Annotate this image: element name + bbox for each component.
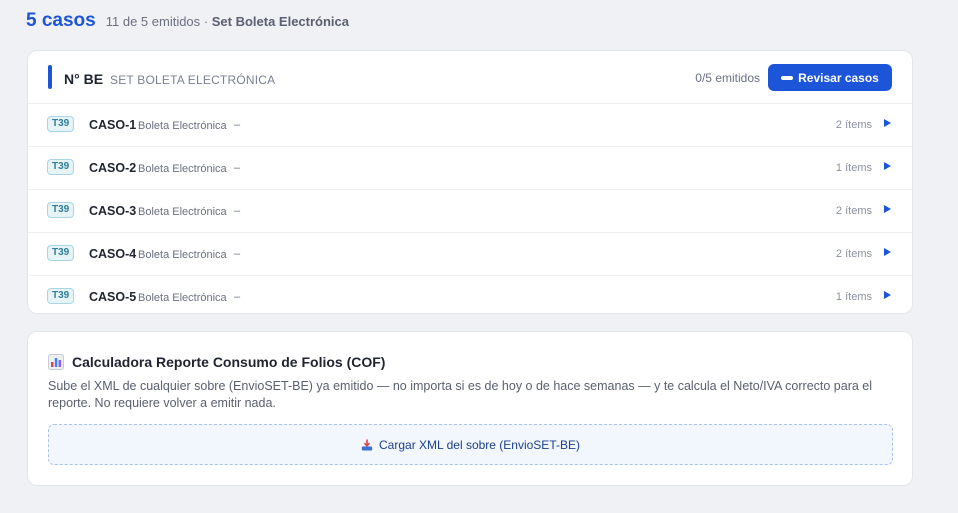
- item-count: 2 ítems: [835, 248, 872, 260]
- accent-bar: [48, 65, 52, 89]
- page-header: 5 casos 11 de 5 emitidos · Set Boleta El…: [26, 10, 349, 32]
- case-name: CASO-3: [89, 204, 137, 218]
- inbox-tray-icon: [361, 439, 373, 450]
- emitted-count: 0/5 emitidos: [695, 71, 760, 85]
- review-cases-button[interactable]: Revisar casos: [768, 64, 892, 91]
- upload-xml-dropzone[interactable]: Cargar XML del sobre (EnvioSET-BE): [48, 424, 893, 465]
- case-folio: –: [234, 291, 241, 303]
- emitted-summary: 11 de 5 emitidos ·: [105, 14, 209, 29]
- header-subtitle: 11 de 5 emitidos · Set Boleta Electrónic…: [106, 14, 349, 29]
- set-card: N° BE SET BOLETA ELECTRÓNICA 0/5 emitido…: [27, 50, 913, 314]
- case-row[interactable]: T39 CASO-3 Boleta Electrónica – 2 ítems: [28, 190, 912, 233]
- bar-chart-icon: [48, 354, 64, 370]
- upload-xml-label: Cargar XML del sobre (EnvioSET-BE): [379, 437, 580, 452]
- item-count: 2 ítems: [835, 205, 872, 217]
- case-type: Boleta Electrónica: [138, 249, 227, 261]
- case-row[interactable]: T39 CASO-1 Boleta Electrónica – 2 ítems: [28, 104, 912, 147]
- minus-icon: [781, 75, 794, 80]
- doc-type-badge: T39: [47, 116, 75, 132]
- play-arrow-icon[interactable]: [884, 162, 891, 170]
- doc-type-badge: T39: [47, 159, 75, 175]
- doc-type-badge: T39: [47, 245, 75, 261]
- case-row[interactable]: T39 CASO-4 Boleta Electrónica – 2 ítems: [28, 233, 912, 276]
- play-arrow-icon[interactable]: [884, 119, 891, 127]
- doc-type-badge: T39: [47, 288, 75, 304]
- cof-description: Sube el XML de cualquier sobre (EnvioSET…: [48, 379, 873, 410]
- case-type: Boleta Electrónica: [138, 163, 227, 175]
- case-name: CASO-2: [89, 161, 137, 175]
- case-folio: –: [234, 248, 241, 260]
- set-card-header: N° BE SET BOLETA ELECTRÓNICA 0/5 emitido…: [28, 51, 912, 104]
- cof-title: Calculadora Reporte Consumo de Folios (C…: [72, 354, 386, 370]
- set-number-title: N° BE: [64, 71, 104, 87]
- play-arrow-icon[interactable]: [884, 205, 891, 213]
- play-arrow-icon[interactable]: [884, 248, 891, 256]
- case-type: Boleta Electrónica: [138, 206, 227, 218]
- set-name: Set Boleta Electrónica: [211, 14, 350, 29]
- case-name: CASO-4: [89, 247, 137, 261]
- cof-calculator-card: Calculadora Reporte Consumo de Folios (C…: [27, 331, 913, 486]
- case-folio: –: [234, 162, 241, 174]
- case-name: CASO-1: [89, 118, 137, 132]
- case-folio: –: [234, 205, 241, 217]
- play-arrow-icon[interactable]: [884, 291, 891, 299]
- case-type: Boleta Electrónica: [138, 120, 227, 132]
- set-subtitle: SET BOLETA ELECTRÓNICA: [110, 73, 276, 87]
- case-row[interactable]: T39 CASO-2 Boleta Electrónica – 1 ítems: [28, 147, 912, 190]
- case-type: Boleta Electrónica: [138, 292, 227, 304]
- cof-title-row: Calculadora Reporte Consumo de Folios (C…: [48, 354, 385, 370]
- doc-type-badge: T39: [47, 202, 75, 218]
- case-folio: –: [234, 119, 241, 131]
- item-count: 2 ítems: [835, 119, 872, 131]
- item-count: 1 ítems: [835, 291, 872, 303]
- case-count-title: 5 casos: [26, 10, 96, 31]
- case-name: CASO-5: [89, 290, 137, 304]
- case-row[interactable]: T39 CASO-5 Boleta Electrónica – 1 ítems: [28, 276, 912, 318]
- review-cases-label: Revisar casos: [798, 70, 879, 85]
- item-count: 1 ítems: [835, 162, 872, 174]
- case-list: T39 CASO-1 Boleta Electrónica – 2 ítems …: [28, 104, 912, 318]
